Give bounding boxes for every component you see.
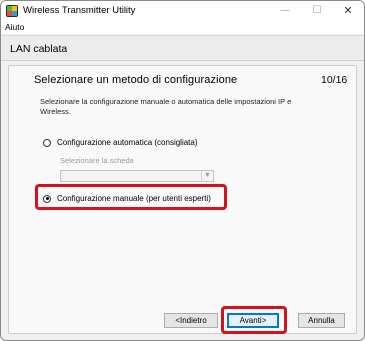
radio-manual-config[interactable]	[43, 194, 51, 203]
select-card-label: Selezionare la scheda	[60, 156, 134, 165]
step-counter: 10/16	[321, 74, 348, 86]
section-title: LAN cablata	[10, 43, 68, 55]
window-title: Wireless Transmitter Utility	[23, 5, 136, 16]
menu-item-help[interactable]: Aiuto	[5, 22, 24, 32]
option-manual-config-label: Configurazione manuale (per utenti esper…	[57, 194, 211, 203]
app-window: Wireless Transmitter Utility — ☐ ✕ Aiuto…	[0, 0, 365, 341]
app-icon	[6, 5, 18, 17]
close-icon[interactable]: ✕	[332, 1, 364, 21]
chevron-down-icon: ▼	[201, 171, 213, 181]
step-description: Selezionare la configurazione manuale o …	[40, 97, 292, 116]
option-manual-config[interactable]: Configurazione manuale (per utenti esper…	[43, 194, 211, 203]
radio-auto-config[interactable]	[43, 138, 51, 147]
menu-bar: Aiuto	[1, 21, 364, 34]
back-button[interactable]: <Indietro	[164, 313, 218, 328]
minimize-icon[interactable]: —	[269, 1, 301, 21]
option-auto-config-label: Configurazione automatica (consigliata)	[57, 138, 198, 147]
option-auto-config[interactable]: Configurazione automatica (consigliata)	[43, 138, 198, 147]
cancel-button[interactable]: Annulla	[298, 313, 345, 328]
maximize-icon[interactable]: ☐	[301, 1, 333, 21]
step-title: Selezionare un metodo di configurazione	[34, 74, 238, 86]
next-button[interactable]: Avanti>	[227, 313, 279, 328]
title-bar[interactable]: Wireless Transmitter Utility — ☐ ✕	[1, 1, 364, 21]
select-card-dropdown: ▼	[60, 170, 214, 182]
section-header: LAN cablata	[1, 35, 364, 61]
